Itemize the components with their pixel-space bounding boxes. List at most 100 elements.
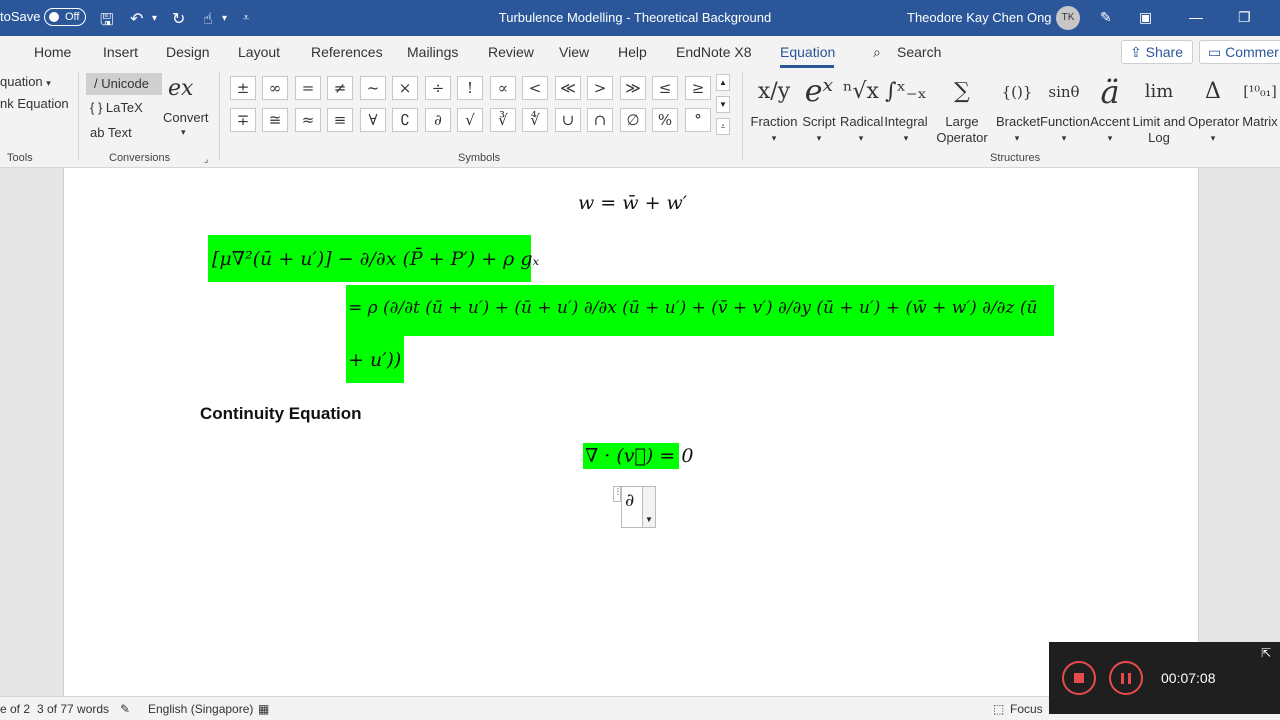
symbol-equals[interactable]: =	[295, 76, 321, 100]
convert-button[interactable]: Convert	[163, 110, 209, 125]
symbol-tilde[interactable]: ~	[360, 76, 386, 100]
pause-record-button[interactable]	[1109, 661, 1143, 695]
equation-momentum-rhs-line2[interactable]: + u′))	[348, 349, 401, 371]
accessibility-icon[interactable]: ▦	[258, 702, 269, 716]
radical-button[interactable]: ⁿ√x Radical ▾	[840, 70, 883, 146]
proofing-icon[interactable]: ✎	[120, 702, 130, 716]
customize-qat-icon[interactable]: ⩡	[243, 12, 249, 25]
user-name[interactable]: Theodore Kay Chen Ong	[907, 10, 1052, 25]
unicode-button[interactable]: / Unicode	[94, 76, 149, 91]
tab-design[interactable]: Design	[166, 44, 210, 60]
symbol-empty-set[interactable]: ∅	[620, 108, 646, 132]
tab-layout[interactable]: Layout	[238, 44, 280, 60]
symbol-divide[interactable]: ÷	[425, 76, 451, 100]
symbol-much-greater[interactable]: ≫	[620, 76, 646, 100]
symbol-identical[interactable]: ≡	[327, 108, 353, 132]
minimize-icon[interactable]: —	[1189, 9, 1203, 25]
symbol-percent[interactable]: %	[652, 108, 678, 132]
undo-icon[interactable]: ↶	[130, 9, 143, 29]
matrix-button[interactable]: [¹⁰₀₁] Matrix	[1240, 70, 1280, 130]
equation-continuity[interactable]: ∇ · (v⃗) = 0	[585, 445, 693, 467]
convert-icon[interactable]: ex	[168, 76, 193, 101]
symbol-much-less[interactable]: ≪	[555, 76, 581, 100]
symbol-greater-than[interactable]: >	[587, 76, 613, 100]
symbol-degree[interactable]: °	[685, 108, 711, 132]
fraction-button[interactable]: x/y Fraction ▾	[750, 70, 798, 146]
search-icon[interactable]: ⌕	[873, 44, 881, 61]
symbols-scroll-down-icon[interactable]: ▼	[716, 96, 730, 113]
share-button[interactable]: ⇪ Share	[1121, 40, 1193, 64]
symbol-sqrt[interactable]: √	[457, 108, 483, 132]
bracket-button[interactable]: {()} Bracket ▾	[996, 70, 1040, 146]
large-operator-button[interactable]: ∑ Large Operator	[930, 70, 994, 146]
touch-mode-icon[interactable]: ☝	[203, 9, 213, 29]
language[interactable]: English (Singapore)	[148, 702, 253, 716]
ink-equation-button[interactable]: nk Equation	[0, 96, 69, 111]
equation-move-handle[interactable]: ⋮	[613, 486, 622, 502]
equation-w[interactable]: w = w̄ + w′	[578, 192, 687, 214]
operator-button[interactable]: Δ Operator ▾	[1188, 70, 1239, 146]
symbol-intersection[interactable]: ∩	[587, 108, 613, 132]
convert-dropdown-icon[interactable]: ▾	[181, 127, 186, 138]
ribbon-display-icon[interactable]: ▣	[1139, 9, 1152, 26]
symbols-scroll-up-icon[interactable]: ▲	[716, 74, 730, 91]
symbol-cube-root[interactable]: ∛	[490, 108, 516, 132]
symbol-congruent[interactable]: ≅	[262, 108, 288, 132]
symbol-greater-equal[interactable]: ≥	[685, 76, 711, 100]
focus-button[interactable]: Focus	[1010, 702, 1043, 716]
equation-momentum-lhs[interactable]: [μ∇²(ū + u′)] − ∂/∂x (P̄ + P′) + ρ gₓ	[212, 248, 539, 270]
symbol-union[interactable]: ∪	[555, 108, 581, 132]
symbol-factorial[interactable]: !	[457, 76, 483, 100]
tab-mailings[interactable]: Mailings	[407, 44, 458, 60]
function-button[interactable]: sinθ Function ▾	[1040, 70, 1090, 146]
symbol-less-equal[interactable]: ≤	[652, 76, 678, 100]
symbol-for-all[interactable]: ∀	[360, 108, 386, 132]
text-button[interactable]: ab Text	[90, 125, 132, 140]
symbol-proportional[interactable]: ∝	[490, 76, 516, 100]
stop-record-button[interactable]	[1062, 661, 1096, 695]
limit-log-button[interactable]: lim Limit and Log	[1132, 70, 1186, 146]
autosave-toggle[interactable]: Off	[44, 8, 86, 26]
tab-review[interactable]: Review	[488, 44, 534, 60]
tab-view[interactable]: View	[559, 44, 589, 60]
pen-icon[interactable]: ✎	[1100, 9, 1112, 26]
symbol-approx[interactable]: ≈	[295, 108, 321, 132]
redo-icon[interactable]: ↻	[172, 9, 185, 29]
accent-button[interactable]: ä Accent ▾	[1090, 70, 1130, 146]
touch-dropdown-icon[interactable]: ▾	[222, 13, 227, 24]
symbol-complement[interactable]: ∁	[392, 108, 418, 132]
equation-edit-box[interactable]: ∂	[621, 486, 643, 528]
tab-references[interactable]: References	[311, 44, 383, 60]
tab-home[interactable]: Home	[34, 44, 71, 60]
symbol-infinity[interactable]: ∞	[262, 76, 288, 100]
equation-options-dropdown[interactable]: ▼	[642, 486, 656, 528]
restore-icon[interactable]: ❐	[1238, 9, 1251, 26]
equation-momentum-rhs-line1[interactable]: = ρ (∂/∂t (ū + u′) + (ū + u′) ∂/∂x (ū + …	[348, 298, 1037, 318]
dialog-launcher-icon[interactable]: ⌟	[204, 154, 208, 165]
symbol-times[interactable]: ×	[392, 76, 418, 100]
avatar[interactable]: TK	[1056, 6, 1080, 30]
symbol-fourth-root[interactable]: ∜	[522, 108, 548, 132]
search-label[interactable]: Search	[897, 44, 941, 60]
equation-button[interactable]: quation ▾	[0, 74, 51, 89]
focus-icon[interactable]: ⬚	[993, 702, 1004, 716]
latex-button[interactable]: { } LaTeX	[90, 100, 143, 115]
symbol-partial[interactable]: ∂	[425, 108, 451, 132]
tab-help[interactable]: Help	[618, 44, 647, 60]
script-button[interactable]: eˣ Script ▾	[800, 70, 838, 146]
undo-dropdown-icon[interactable]: ▾	[152, 13, 157, 24]
expand-icon[interactable]: ⇱	[1261, 646, 1271, 660]
page-count[interactable]: e of 2	[0, 702, 30, 716]
integral-button[interactable]: ∫ˣ₋ₓ Integral ▾	[884, 70, 928, 146]
word-count[interactable]: 3 of 77 words	[37, 702, 109, 716]
comments-button[interactable]: ▭ Commer	[1199, 40, 1280, 64]
symbol-minus-plus[interactable]: ∓	[230, 108, 256, 132]
symbol-not-equal[interactable]: ≠	[327, 76, 353, 100]
save-icon[interactable]: 🖫	[100, 9, 114, 36]
tab-insert[interactable]: Insert	[103, 44, 138, 60]
tab-endnote[interactable]: EndNote X8	[676, 44, 752, 60]
symbols-more-icon[interactable]: ⩡	[716, 118, 730, 135]
symbol-less-than[interactable]: <	[522, 76, 548, 100]
tab-equation[interactable]: Equation	[780, 44, 835, 60]
symbol-plus-minus[interactable]: ±	[230, 76, 256, 100]
